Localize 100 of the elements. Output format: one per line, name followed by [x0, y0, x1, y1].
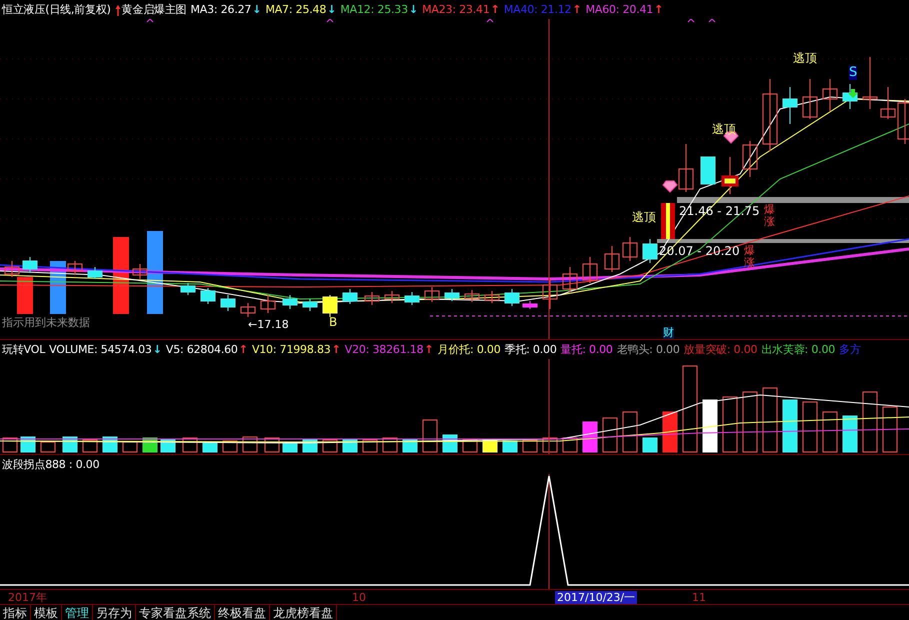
candlestick [802, 78, 818, 120]
trend-arrow: ↓ [252, 3, 262, 16]
candlestick [700, 156, 716, 184]
trend-arrow: ↓ [152, 343, 162, 356]
candlestick [582, 256, 598, 284]
trend-arrow: ↑ [654, 3, 664, 16]
candlestick [180, 282, 196, 296]
trend-arrow: ↑ [238, 343, 248, 356]
volume-bar [462, 440, 478, 452]
candlestick [542, 278, 558, 310]
candlestick [88, 266, 102, 280]
candlestick [4, 260, 20, 278]
volume-bar [40, 442, 56, 452]
volume-bar [242, 436, 258, 452]
candlestick [68, 260, 82, 276]
surge-label: 爆涨 [764, 204, 775, 228]
candlestick [504, 288, 520, 306]
volume-bar [642, 438, 658, 452]
indicator-value: 量托: 0.00 [560, 343, 613, 356]
indicator-value: VOLUME: 54574.03 [49, 343, 152, 356]
volume-bar [382, 438, 398, 452]
candlestick [782, 86, 798, 124]
indicator-value: V20: 38261.18 [344, 343, 424, 356]
finance-marker: 财 [663, 327, 674, 340]
down-arrow-icon [848, 89, 858, 98]
indicator-value: MA23: 23.41 [422, 3, 490, 16]
up-arrow-icon [114, 4, 121, 16]
indicator-value: MA7: 25.48 [265, 3, 326, 16]
trend-arrow: ↓ [408, 3, 418, 16]
bottom-tab[interactable]: 指标 [0, 605, 31, 620]
candlestick [220, 294, 236, 312]
candlestick [642, 238, 658, 264]
volume-bar [82, 440, 98, 452]
escape-top-label: 逃顶 [793, 52, 817, 66]
candlestick [240, 302, 256, 318]
volume-bar [264, 438, 280, 452]
volume-bar [602, 418, 618, 452]
volume-bar [802, 402, 818, 452]
volume-bar [862, 392, 878, 452]
indicator-value: MA60: 20.41 [586, 3, 654, 16]
volume-bar [582, 422, 598, 452]
indicator-value: V5: 62804.60 [166, 343, 238, 356]
candlestick [880, 86, 896, 120]
candlestick [822, 78, 838, 112]
signal-bar [17, 277, 33, 314]
indicator-value: V10: 71998.83 [252, 343, 331, 356]
volume-bar [842, 416, 858, 452]
volume-bar [402, 440, 418, 452]
candlestick [282, 294, 298, 310]
trend-arrow: ↑ [424, 343, 434, 356]
volume-bar [202, 442, 218, 452]
volume-bar [702, 400, 718, 452]
bottom-tab[interactable]: 龙虎榜看盘 [270, 605, 337, 620]
candlestick [384, 290, 400, 304]
diamond-icon [662, 180, 678, 193]
candlestick [424, 286, 440, 302]
volume-bar [822, 412, 838, 452]
volume-bar [522, 440, 538, 452]
bottom-tab[interactable]: 模板 [31, 605, 62, 620]
candlestick [342, 288, 358, 304]
trend-arrow: ↓ [327, 3, 336, 16]
volume-bar [562, 438, 578, 452]
candlestick [322, 294, 338, 318]
candlestick [464, 290, 480, 302]
escape-top-label: 逃顶 [632, 211, 656, 224]
indicator-value: MA12: 25.33 [340, 3, 408, 16]
indicator-value: MA3: 26.27 [190, 3, 252, 16]
volume-bar [762, 388, 778, 452]
future-data-note: 指示用到未来数据 [2, 317, 90, 330]
volume-bar [222, 440, 238, 452]
candlestick [302, 298, 318, 312]
candlestick [622, 236, 638, 262]
cross-mark-icon [146, 19, 154, 22]
indicator-value: 波段拐点888 : 0.00 [2, 458, 100, 471]
volume-title: 玩转VOL [2, 343, 46, 356]
date-label: 2017/10/23/一 [555, 591, 638, 604]
bottom-tab[interactable]: 终极看盘 [215, 605, 270, 620]
volume-bar [422, 420, 438, 452]
candlestick [364, 292, 380, 306]
candlestick [22, 256, 38, 274]
indicator-value: 多方 [839, 343, 861, 356]
indicator-value: 季托: 0.00 [504, 343, 557, 356]
volume-bar [722, 396, 738, 452]
indicator-value: 出水芙蓉: 0.00 [761, 343, 836, 356]
candlestick [661, 203, 675, 239]
volume-bar [662, 412, 678, 452]
volume-bar [362, 440, 378, 452]
volume-bar [502, 440, 518, 452]
buy-signal: B [329, 316, 338, 330]
candlestick [604, 246, 620, 272]
bottom-tab[interactable]: 管理 [62, 605, 93, 620]
cross-mark-icon [688, 19, 694, 22]
candlestick [862, 56, 878, 110]
sell-signal: S [849, 66, 858, 80]
indicator-value: 月价托: 0.00 [438, 343, 501, 356]
candlestick [742, 140, 758, 178]
formula-name: 黄金启爆主图 [122, 3, 186, 16]
bottom-tab[interactable]: 专家看盘系统 [136, 605, 215, 620]
volume-bar [782, 400, 798, 452]
date-label: 2017年 [7, 591, 48, 604]
